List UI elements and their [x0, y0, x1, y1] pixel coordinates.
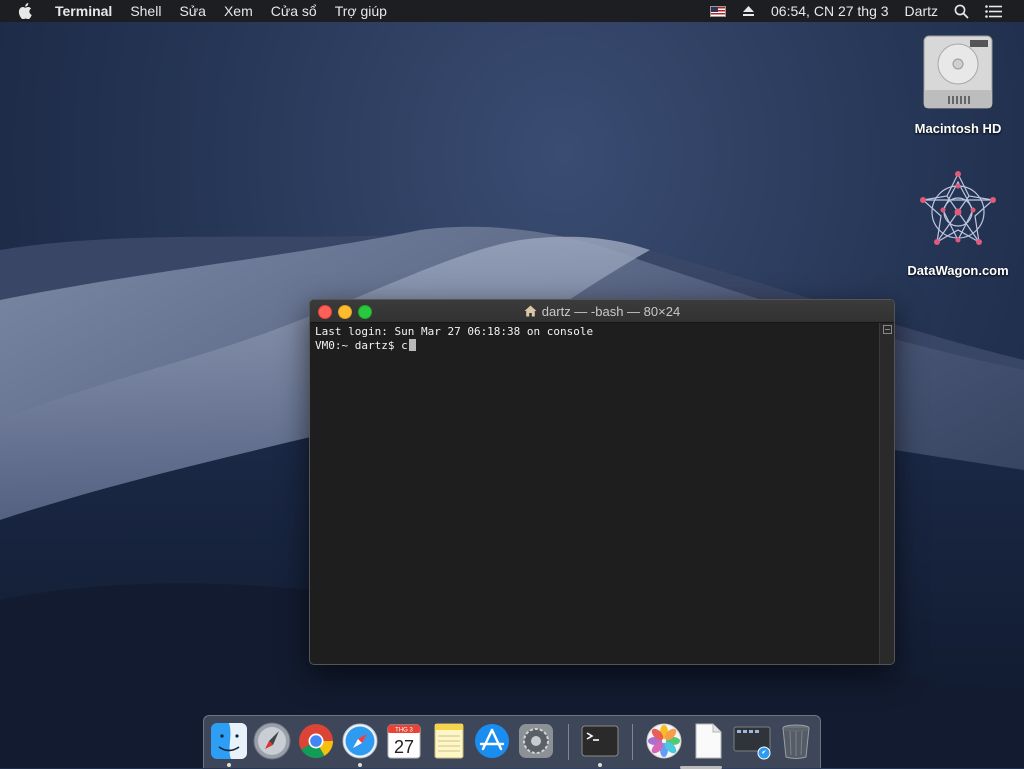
calendar-month: THG 3	[395, 728, 413, 734]
eject-icon	[743, 6, 755, 16]
minimize-button[interactable]	[338, 305, 352, 319]
dock-separator	[632, 724, 633, 760]
dock-chrome[interactable]	[296, 721, 336, 761]
menu-window[interactable]: Cửa sổ	[262, 0, 326, 22]
notification-center-button[interactable]	[977, 4, 1024, 18]
terminal-prompt-line: VM0:~ dartz$ c	[315, 339, 875, 353]
dock-calendar[interactable]: THG 3 27	[384, 721, 424, 761]
dock-safari[interactable]	[340, 721, 380, 767]
input-source-menu[interactable]	[702, 5, 734, 17]
menu-help[interactable]: Trợ giúp	[326, 0, 396, 22]
us-flag-icon	[710, 5, 727, 17]
list-icon	[985, 4, 1002, 18]
app-store-icon	[475, 724, 509, 758]
running-indicator	[598, 763, 602, 767]
menu-edit[interactable]: Sửa	[170, 0, 215, 22]
dock-photos[interactable]	[644, 721, 684, 761]
trash-icon	[782, 724, 810, 759]
terminal-window[interactable]: dartz — -bash — 80×24 Last login: Sun Ma…	[309, 299, 895, 665]
hard-drive-icon	[923, 35, 993, 109]
window-title-text: dartz — -bash — 80×24	[541, 303, 681, 319]
dock-trash[interactable]	[776, 721, 816, 761]
running-indicator	[227, 763, 231, 767]
notes-icon	[434, 723, 464, 759]
window-title: dartz — -bash — 80×24	[524, 304, 680, 319]
finder-icon	[211, 723, 247, 759]
dock-finder[interactable]	[209, 721, 249, 767]
text-cursor	[408, 339, 416, 351]
user-menu[interactable]: Dartz	[897, 0, 946, 22]
split-pane-icon[interactable]	[883, 325, 892, 334]
calendar-icon: THG 3 27	[387, 724, 421, 759]
running-indicator	[358, 763, 362, 767]
dock-app-store[interactable]	[472, 721, 512, 761]
terminal-output[interactable]: Last login: Sun Mar 27 06:18:38 on conso…	[310, 323, 880, 664]
terminal-line: VM0:~ dartz$ c	[315, 339, 408, 352]
dock: THG 3 27	[203, 715, 821, 769]
calendar-day: 27	[394, 737, 414, 757]
chrome-icon	[299, 724, 333, 758]
menu-app-terminal[interactable]: Terminal	[46, 0, 121, 22]
photos-icon	[646, 723, 682, 759]
terminal-line: Last login: Sun Mar 27 06:18:38 on conso…	[315, 325, 594, 338]
desktop-icon-datawagon[interactable]: DataWagon.com	[898, 170, 1018, 278]
dock-document[interactable]	[680, 721, 728, 769]
dock-screen-sharing[interactable]	[732, 721, 772, 761]
terminal-titlebar[interactable]: dartz — -bash — 80×24	[310, 300, 894, 323]
terminal-scrollbar[interactable]	[879, 323, 894, 664]
dock-launchpad[interactable]	[252, 721, 292, 761]
dock-terminal[interactable]	[580, 721, 620, 767]
menu-bar: Terminal Shell Sửa Xem Cửa sổ Trợ giúp 0…	[0, 0, 1024, 22]
network-mandala-icon	[920, 171, 996, 245]
zoom-button[interactable]	[358, 305, 372, 319]
spotlight-button[interactable]	[946, 4, 977, 19]
launchpad-icon	[253, 722, 291, 760]
desktop-icon-macintosh-hd[interactable]: Macintosh HD	[898, 32, 1018, 136]
menu-view[interactable]: Xem	[215, 0, 262, 22]
desktop-icon-label: Macintosh HD	[914, 121, 1002, 136]
eject-menu[interactable]	[734, 5, 763, 17]
dock-notes[interactable]	[428, 721, 468, 761]
home-icon	[524, 305, 537, 317]
safari-icon	[342, 723, 378, 759]
apple-menu[interactable]	[0, 3, 46, 19]
document-icon	[695, 723, 722, 759]
dock-system-preferences[interactable]	[516, 721, 556, 761]
status-area: 06:54, CN 27 thg 3 Dartz	[702, 0, 1024, 22]
apple-icon	[18, 3, 32, 19]
clock[interactable]: 06:54, CN 27 thg 3	[763, 0, 897, 22]
screen-sharing-icon	[733, 726, 771, 760]
dock-separator	[568, 724, 569, 760]
close-button[interactable]	[318, 305, 332, 319]
system-preferences-icon	[519, 724, 553, 758]
search-icon	[954, 4, 969, 18]
desktop-icon-label: DataWagon.com	[907, 263, 1009, 278]
terminal-icon	[581, 725, 619, 757]
menu-shell[interactable]: Shell	[121, 0, 170, 22]
